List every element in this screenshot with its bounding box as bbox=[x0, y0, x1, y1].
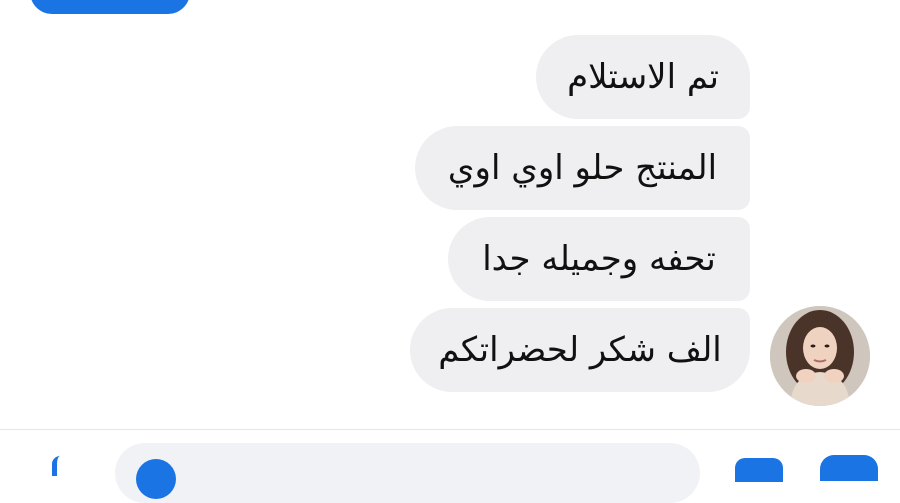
composer-divider bbox=[0, 429, 900, 430]
camera-icon[interactable] bbox=[735, 458, 783, 482]
message-bubble-2[interactable]: المنتج حلو اوي اوي bbox=[415, 126, 750, 210]
message-bubble-1[interactable]: تم الاستلام bbox=[536, 35, 750, 119]
like-icon[interactable] bbox=[820, 455, 878, 481]
message-text-1: تم الاستلام bbox=[567, 57, 719, 97]
message-bubble-3[interactable]: تحفه وجميله جدا bbox=[448, 217, 750, 301]
message-input[interactable] bbox=[115, 443, 700, 503]
smile-icon[interactable] bbox=[136, 459, 176, 499]
previous-outgoing-message-bubble bbox=[30, 0, 190, 14]
message-text-2: المنتج حلو اوي اوي bbox=[447, 148, 718, 188]
message-bubble-4[interactable]: الف شكر لحضراتكم bbox=[410, 308, 750, 392]
message-text-4: الف شكر لحضراتكم bbox=[438, 330, 722, 370]
sender-avatar[interactable] bbox=[770, 306, 870, 406]
message-text-3: تحفه وجميله جدا bbox=[482, 239, 716, 279]
avatar-photo-icon bbox=[770, 306, 870, 406]
plus-icon[interactable] bbox=[52, 456, 71, 476]
